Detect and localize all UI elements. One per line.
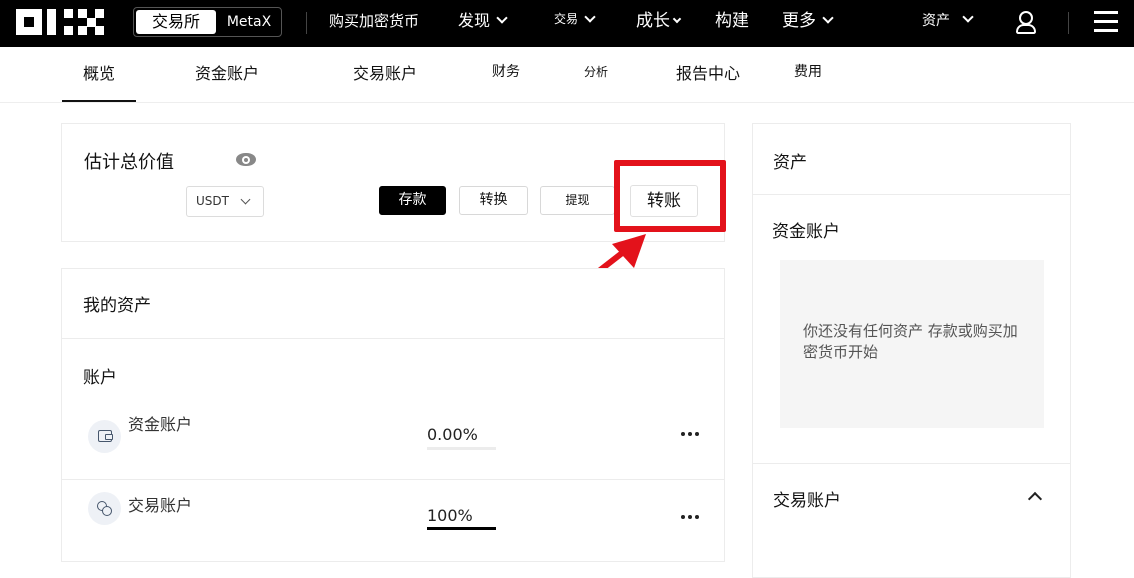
accounts-heading: 账户 bbox=[83, 368, 117, 388]
chevron-down-icon bbox=[962, 11, 974, 23]
account-percent-bar bbox=[427, 527, 496, 530]
chevron-down-icon bbox=[822, 12, 834, 24]
funding-account-heading: 资金账户 bbox=[772, 222, 840, 242]
coins-icon bbox=[88, 492, 121, 525]
header-divider bbox=[1068, 12, 1069, 34]
transfer-button[interactable]: 转账 bbox=[630, 185, 698, 217]
chevron-down-icon bbox=[240, 194, 251, 205]
estimated-value-card: 估计总价值 USDT 存款 转换 提现 转账 bbox=[61, 123, 725, 242]
divider bbox=[62, 338, 724, 339]
chevron-down-icon bbox=[672, 14, 682, 24]
currency-select[interactable]: USDT bbox=[186, 186, 264, 217]
account-percent: 100% bbox=[427, 506, 473, 525]
more-options-icon[interactable] bbox=[681, 515, 699, 521]
nav-build[interactable]: 构建 bbox=[715, 0, 749, 47]
tab-report-center[interactable]: 报告中心 bbox=[676, 47, 740, 102]
empty-assets-panel: 你还没有任何资产 存款或购买加密货币开始 bbox=[780, 260, 1044, 428]
deposit-button[interactable]: 存款 bbox=[379, 186, 446, 215]
metax-switch-option[interactable]: MetaX bbox=[220, 10, 278, 34]
nav-build-label: 构建 bbox=[715, 11, 749, 31]
chevron-down-icon bbox=[584, 11, 596, 23]
withdraw-button[interactable]: 提现 bbox=[540, 186, 615, 215]
tab-fees[interactable]: 费用 bbox=[794, 47, 822, 102]
okx-logo[interactable] bbox=[16, 9, 104, 35]
chevron-up-icon[interactable] bbox=[1027, 491, 1043, 507]
convert-button[interactable]: 转换 bbox=[459, 186, 528, 215]
nav-buy-crypto-label: 购买加密货币 bbox=[329, 12, 420, 30]
wallet-icon bbox=[88, 420, 121, 453]
more-options-icon[interactable] bbox=[681, 432, 699, 438]
tab-overview[interactable]: 概览 bbox=[62, 47, 136, 102]
tab-finance[interactable]: 财务 bbox=[492, 47, 520, 102]
empty-assets-message: 你还没有任何资产 存款或购买加密货币开始 bbox=[803, 322, 1018, 361]
eye-icon[interactable] bbox=[236, 153, 256, 166]
nav-buy-crypto[interactable]: 购买加密货币 bbox=[329, 0, 419, 47]
nav-grow[interactable]: 成长 bbox=[636, 0, 682, 47]
currency-select-value: USDT bbox=[196, 194, 229, 208]
divider bbox=[753, 463, 1070, 464]
nav-more-label: 更多 bbox=[782, 11, 816, 31]
platform-switch: 交易所 MetaX bbox=[133, 7, 282, 37]
nav-more[interactable]: 更多 bbox=[782, 0, 834, 47]
assets-sidebar: 资产 资金账户 你还没有任何资产 存款或购买加密货币开始 交易账户 bbox=[752, 123, 1071, 578]
tab-trading-account[interactable]: 交易账户 bbox=[353, 47, 417, 102]
account-row-funding[interactable]: 资金账户 0.00% bbox=[62, 407, 724, 477]
my-assets-card: 我的资产 账户 资金账户 0.00% 交易账户 100% bbox=[61, 268, 725, 562]
account-row-trading[interactable]: 交易账户 100% bbox=[62, 479, 724, 549]
assets-subnav: 概览 资金账户 交易账户 财务 分析 报告中心 费用 bbox=[0, 47, 1134, 103]
nav-assets-label: 资产 bbox=[922, 13, 950, 29]
header-divider bbox=[306, 12, 307, 34]
sidebar-title: 资产 bbox=[773, 153, 807, 173]
user-icon[interactable] bbox=[1015, 11, 1037, 35]
account-name: 交易账户 bbox=[128, 496, 193, 515]
my-assets-title: 我的资产 bbox=[83, 296, 151, 316]
hamburger-menu-icon[interactable] bbox=[1094, 11, 1118, 33]
nav-discover-label: 发现 bbox=[458, 11, 491, 30]
tab-analysis[interactable]: 分析 bbox=[584, 47, 608, 102]
divider bbox=[753, 194, 1070, 195]
account-name: 资金账户 bbox=[128, 415, 193, 434]
chevron-down-icon bbox=[496, 12, 508, 24]
account-percent-bar bbox=[427, 447, 496, 450]
exchange-switch-option[interactable]: 交易所 bbox=[136, 10, 216, 34]
nav-assets[interactable]: 资产 bbox=[922, 0, 974, 47]
top-navigation-bar: 交易所 MetaX 购买加密货币 发现 交易 成长 构建 更多 资产 bbox=[0, 0, 1134, 47]
tab-funding-account[interactable]: 资金账户 bbox=[195, 47, 259, 102]
nav-discover[interactable]: 发现 bbox=[458, 0, 508, 47]
nav-trade-label: 交易 bbox=[554, 12, 579, 26]
nav-trade[interactable]: 交易 bbox=[554, 0, 596, 47]
account-percent: 0.00% bbox=[427, 425, 478, 444]
trading-account-heading[interactable]: 交易账户 bbox=[773, 486, 841, 511]
nav-grow-label: 成长 bbox=[636, 11, 670, 31]
estimated-value-title: 估计总价值 bbox=[84, 152, 174, 173]
